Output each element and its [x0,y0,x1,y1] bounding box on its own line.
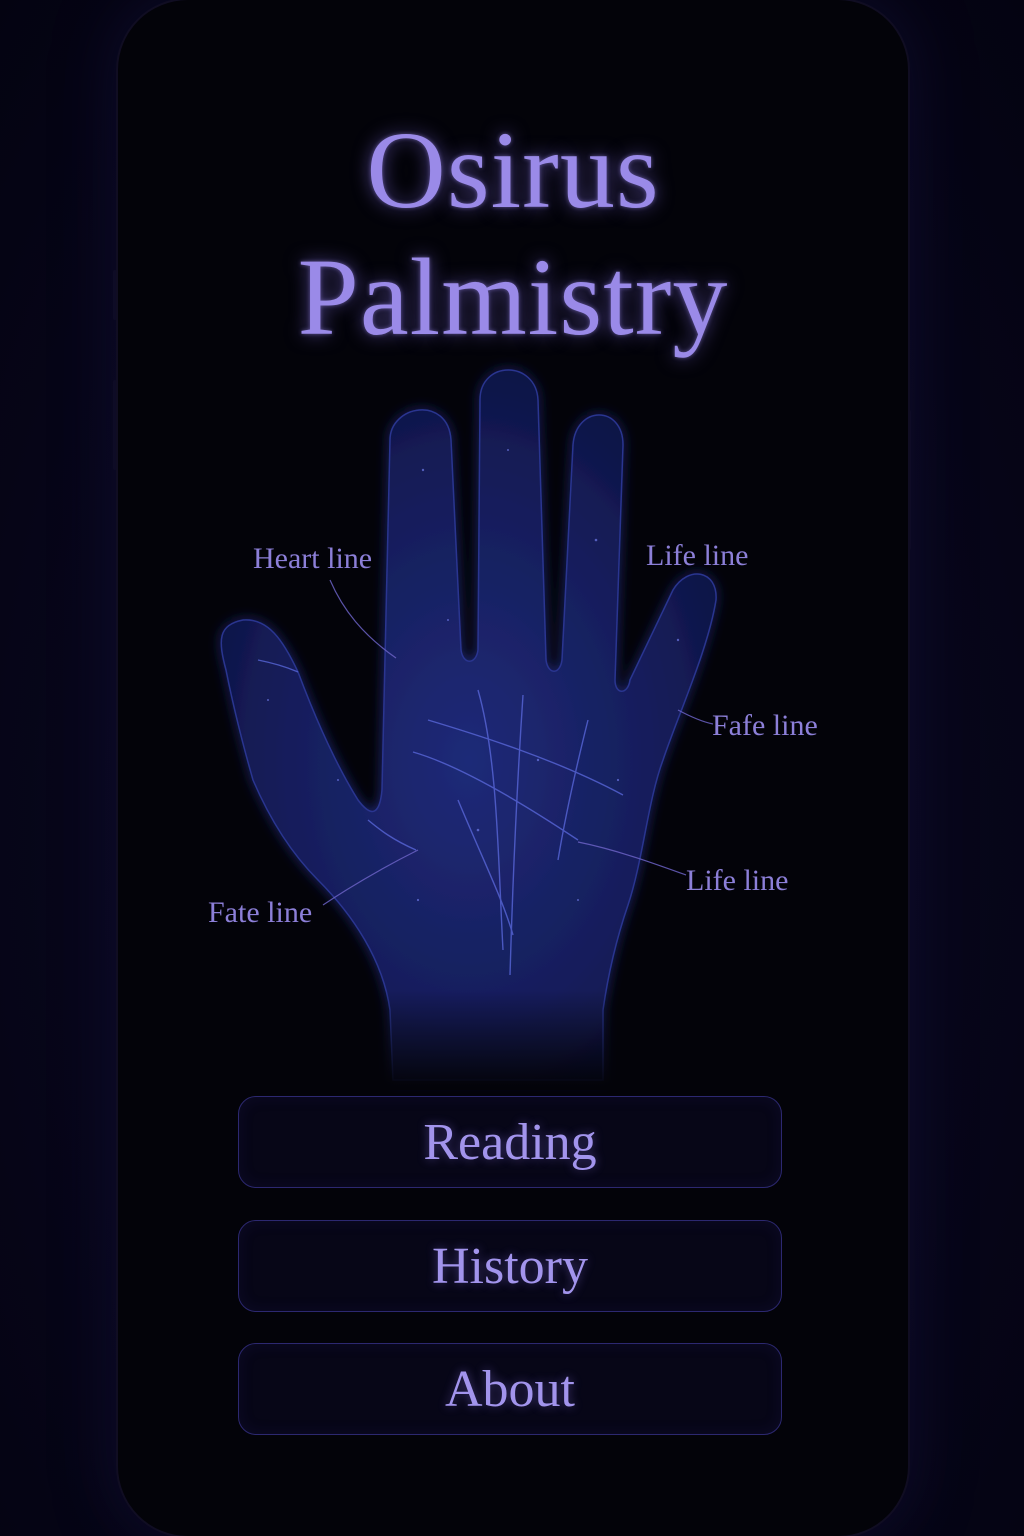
history-button[interactable]: History [238,1220,782,1312]
palm-hand-icon [220,369,717,1081]
phone-side-button-left [113,270,117,320]
label-fafe-line: Fafe line [712,709,818,742]
history-button-label: History [432,1237,588,1295]
phone-screen: Osirus Palmistry Heart line Life line Fa… [118,0,908,1536]
reading-button-label: Reading [423,1113,597,1171]
about-button-label: About [445,1360,575,1418]
phone-side-button-left-2 [113,380,117,470]
label-heart-line: Heart line [253,542,372,575]
about-button[interactable]: About [238,1343,782,1435]
label-fate-line: Fate line [208,896,312,929]
label-life-line-bottom: Life line [686,864,788,897]
label-life-line-top: Life line [646,539,748,572]
reading-button[interactable]: Reading [238,1096,782,1188]
